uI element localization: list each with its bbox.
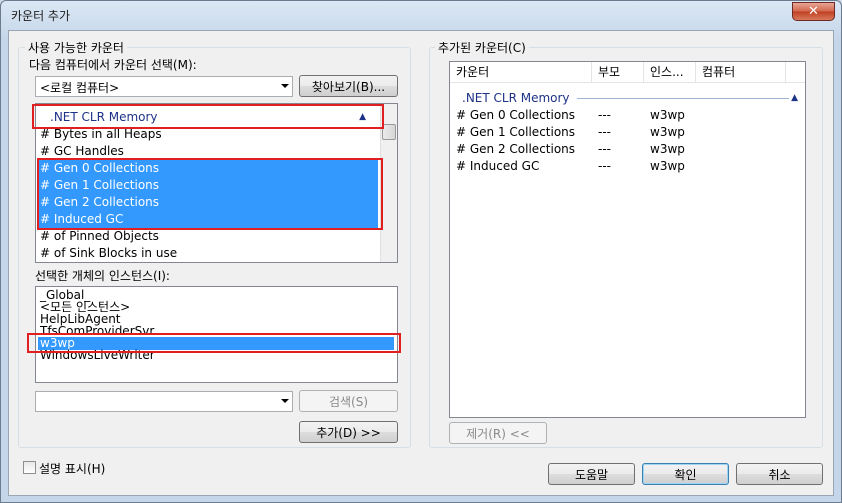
highlight-box-counters bbox=[37, 158, 383, 230]
highlight-box-instance bbox=[27, 333, 401, 353]
column-header-counter[interactable]: 카운터 bbox=[450, 62, 592, 82]
added-row[interactable]: # Gen 1 Collections --- w3wp bbox=[450, 125, 805, 142]
column-header-instance[interactable]: 인스... bbox=[644, 62, 696, 82]
add-button[interactable]: 추가(D) >> bbox=[299, 421, 398, 443]
computer-select-label: 다음 컴퓨터에서 카운터 선택(M): bbox=[29, 58, 197, 72]
cancel-button[interactable]: 취소 bbox=[736, 463, 823, 485]
chevron-down-icon[interactable] bbox=[281, 84, 289, 88]
collapse-icon[interactable]: ▲ bbox=[791, 89, 798, 107]
added-counters-list[interactable]: 카운터 부모 인스... 컴퓨터 .NET CLR Memory ▲ # Gen… bbox=[449, 61, 806, 418]
category-divider bbox=[577, 98, 789, 99]
close-button[interactable]: ✕ bbox=[792, 2, 835, 21]
search-button[interactable]: 검색(S) bbox=[299, 390, 398, 412]
window-title: 카운터 추가 bbox=[11, 9, 71, 23]
close-icon: ✕ bbox=[808, 4, 819, 19]
chevron-down-icon[interactable] bbox=[281, 399, 289, 403]
added-category-header[interactable]: .NET CLR Memory ▲ bbox=[462, 89, 798, 107]
added-row-parent: --- bbox=[598, 142, 611, 156]
ok-button[interactable]: 확인 bbox=[642, 463, 729, 485]
instances-label: 선택한 개체의 인스턴스(I): bbox=[35, 269, 170, 283]
added-row-instance: w3wp bbox=[650, 159, 685, 173]
added-category-name: .NET CLR Memory bbox=[462, 91, 570, 105]
computer-combo[interactable]: <로컬 컴퓨터> bbox=[35, 76, 293, 97]
computer-combo-value: <로컬 컴퓨터> bbox=[40, 81, 120, 95]
added-row-counter: # Gen 1 Collections bbox=[456, 125, 576, 139]
browse-button[interactable]: 찾아보기(B)... bbox=[299, 75, 398, 97]
added-row[interactable]: # Gen 0 Collections --- w3wp bbox=[450, 108, 805, 125]
column-header-parent[interactable]: 부모 bbox=[592, 62, 644, 82]
search-combo[interactable] bbox=[35, 391, 293, 412]
added-row[interactable]: # Gen 2 Collections --- w3wp bbox=[450, 142, 805, 159]
title-bar[interactable]: 카운터 추가 ✕ bbox=[1, 1, 841, 31]
added-row-parent: --- bbox=[598, 108, 611, 122]
show-description-checkbox[interactable] bbox=[23, 461, 36, 474]
added-row-counter: # Induced GC bbox=[456, 159, 540, 173]
added-row-counter: # Gen 2 Collections bbox=[456, 142, 576, 156]
added-counters-label: 추가된 카운터(C) bbox=[435, 39, 529, 56]
counter-item[interactable]: # of Pinned Objects bbox=[40, 228, 159, 245]
added-row-parent: --- bbox=[598, 159, 611, 173]
show-description-label[interactable]: 설명 표시(H) bbox=[39, 460, 105, 477]
dialog-body: 사용 가능한 카운터 다음 컴퓨터에서 카운터 선택(M): <로컬 컴퓨터> … bbox=[8, 30, 834, 496]
column-header-computer[interactable]: 컴퓨터 bbox=[696, 62, 786, 82]
added-row-instance: w3wp bbox=[650, 108, 685, 122]
help-button[interactable]: 도움말 bbox=[548, 463, 635, 485]
highlight-box-category bbox=[32, 104, 384, 129]
counter-item[interactable]: # of Sink Blocks in use bbox=[40, 245, 177, 262]
added-row-counter: # Gen 0 Collections bbox=[456, 108, 576, 122]
available-counters-label: 사용 가능한 카운터 bbox=[25, 39, 127, 56]
added-row-instance: w3wp bbox=[650, 125, 685, 139]
added-row[interactable]: # Induced GC --- w3wp bbox=[450, 159, 805, 176]
column-header-row: 카운터 부모 인스... 컴퓨터 bbox=[450, 62, 805, 83]
scrollbar-thumb[interactable] bbox=[382, 124, 396, 140]
added-row-instance: w3wp bbox=[650, 142, 685, 156]
remove-button[interactable]: 제거(R) << bbox=[449, 422, 547, 444]
added-row-parent: --- bbox=[598, 125, 611, 139]
add-counters-dialog: 카운터 추가 ✕ 사용 가능한 카운터 다음 컴퓨터에서 카운터 선택(M): … bbox=[0, 0, 842, 503]
